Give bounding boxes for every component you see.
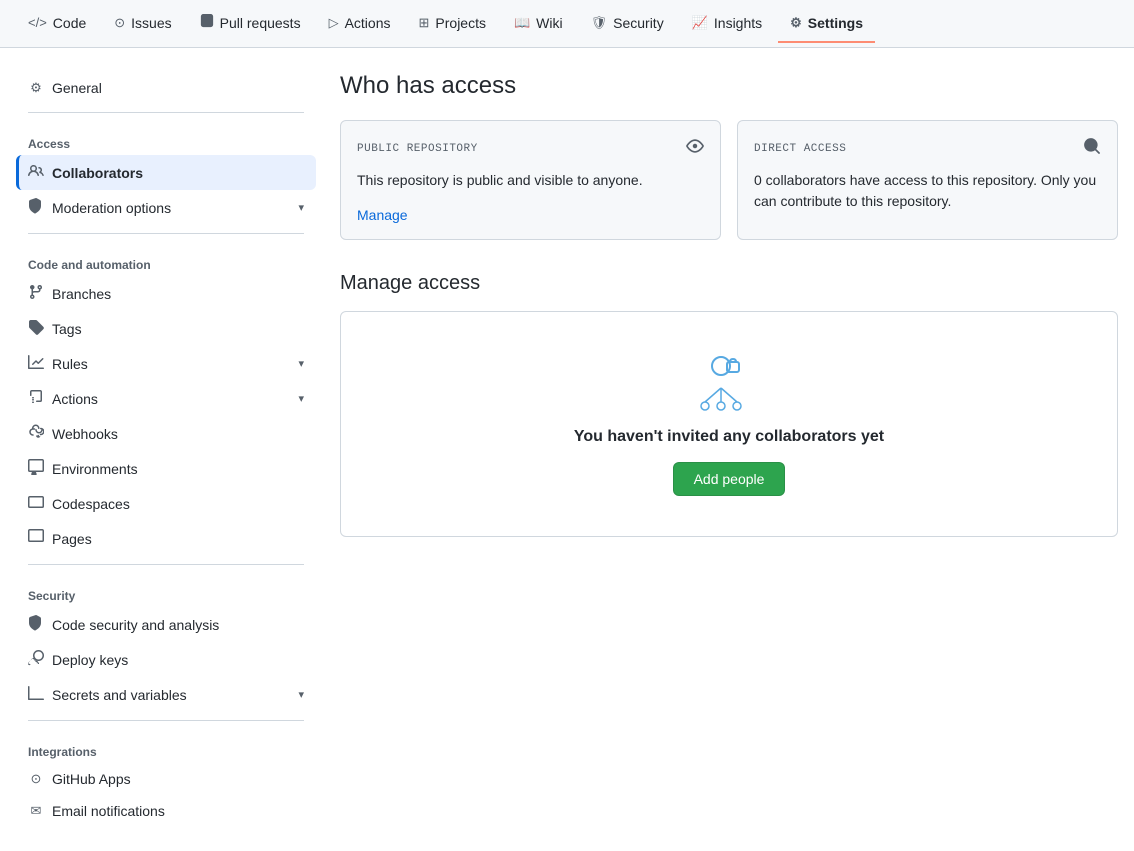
sidebar-section-access: Access [16,121,316,155]
rules-icon [28,354,44,373]
collaborators-icon [28,163,44,182]
wiki-icon: 📖 [514,15,530,31]
webhooks-icon [28,424,44,443]
top-nav: </> Code ⊙ Issues Pull requests ▷ Action… [0,0,1134,48]
nav-code[interactable]: </> Code [16,5,98,43]
branches-icon [28,284,44,303]
sidebar-item-collaborators[interactable]: Collaborators [16,155,316,190]
tags-icon [28,319,44,338]
sidebar-item-code-security[interactable]: Code security and analysis [16,607,316,642]
sidebar-item-webhooks[interactable]: Webhooks [16,416,316,451]
settings-icon: ⚙ [790,15,802,31]
direct-access-card: DIRECT ACCESS 0 collaborators have acces… [737,120,1118,240]
sidebar-divider-1 [28,112,304,113]
code-icon: </> [28,15,47,30]
issues-icon: ⊙ [114,15,125,31]
empty-collab-message: You haven't invited any collaborators ye… [574,428,884,446]
public-repo-text: This repository is public and visible to… [357,170,704,191]
actions-icon: ▷ [329,15,339,31]
nav-wiki[interactable]: 📖 Wiki [502,5,575,43]
nav-security[interactable]: 🛡 Security [579,5,676,43]
sidebar-item-moderation[interactable]: Moderation options ▾ [16,190,316,225]
sidebar-item-rules[interactable]: Rules ▾ [16,346,316,381]
manage-link[interactable]: Manage [357,207,408,223]
actions-sidebar-icon [28,389,44,408]
security-icon: 🛡 [591,15,608,31]
rules-arrow-icon: ▾ [298,357,304,370]
direct-access-text: 0 collaborators have access to this repo… [754,170,1101,212]
sidebar-divider-3 [28,564,304,565]
sidebar-item-environments[interactable]: Environments [16,451,316,486]
nav-issues[interactable]: ⊙ Issues [102,5,183,43]
general-icon: ⚙ [28,80,44,96]
sidebar-divider-2 [28,233,304,234]
nav-actions[interactable]: ▷ Actions [317,5,403,43]
email-icon: ✉ [28,803,44,819]
sidebar-item-email[interactable]: ✉ Email notifications [16,795,316,827]
sidebar-section-security: Security [16,573,316,607]
sidebar-divider-4 [28,720,304,721]
sidebar-section-code-automation: Code and automation [16,242,316,276]
add-people-button[interactable]: Add people [673,462,786,496]
sidebar-item-github-apps[interactable]: ⊙ GitHub Apps [16,763,316,795]
direct-access-label: DIRECT ACCESS [754,143,846,155]
sidebar: ⚙ General Access Collaborators Moderatio… [16,72,316,827]
nav-pull-requests[interactable]: Pull requests [188,4,313,43]
sidebar-general[interactable]: ⚙ General [16,72,316,104]
sidebar-item-tags[interactable]: Tags [16,311,316,346]
sidebar-item-deploy-keys[interactable]: Deploy keys [16,642,316,677]
collab-icon [689,352,769,412]
insights-icon: 📈 [692,15,708,31]
person-search-icon [1083,137,1101,160]
moderation-icon [28,198,44,217]
sidebar-item-actions[interactable]: Actions ▾ [16,381,316,416]
public-repo-card: PUBLIC REPOSITORY This repository is pub… [340,120,721,240]
sidebar-item-branches[interactable]: Branches [16,276,316,311]
main-layout: ⚙ General Access Collaborators Moderatio… [0,48,1134,851]
page-title: Who has access [340,72,1118,100]
manage-access-title: Manage access [340,272,1118,295]
eye-icon [686,137,704,160]
codespaces-icon [28,494,44,513]
access-cards: PUBLIC REPOSITORY This repository is pub… [340,120,1118,240]
nav-insights[interactable]: 📈 Insights [680,5,774,43]
github-apps-icon: ⊙ [28,771,44,787]
nav-settings[interactable]: ⚙ Settings [778,5,875,43]
public-repo-label: PUBLIC REPOSITORY [357,143,478,155]
sidebar-item-secrets[interactable]: Secrets and variables ▾ [16,677,316,712]
moderation-arrow-icon: ▾ [298,201,304,214]
projects-icon: ⊞ [419,15,430,31]
deploy-keys-icon [28,650,44,669]
sidebar-item-codespaces[interactable]: Codespaces [16,486,316,521]
sidebar-item-pages[interactable]: Pages [16,521,316,556]
actions-arrow-icon: ▾ [298,392,304,405]
secrets-icon [28,685,44,704]
pr-icon [200,14,214,31]
pages-icon [28,529,44,548]
manage-access-box: You haven't invited any collaborators ye… [340,311,1118,537]
nav-projects[interactable]: ⊞ Projects [407,5,498,43]
environments-icon [28,459,44,478]
main-content: Who has access PUBLIC REPOSITORY This re… [340,72,1118,827]
sidebar-section-integrations: Integrations [16,729,316,763]
code-security-icon [28,615,44,634]
secrets-arrow-icon: ▾ [298,688,304,701]
